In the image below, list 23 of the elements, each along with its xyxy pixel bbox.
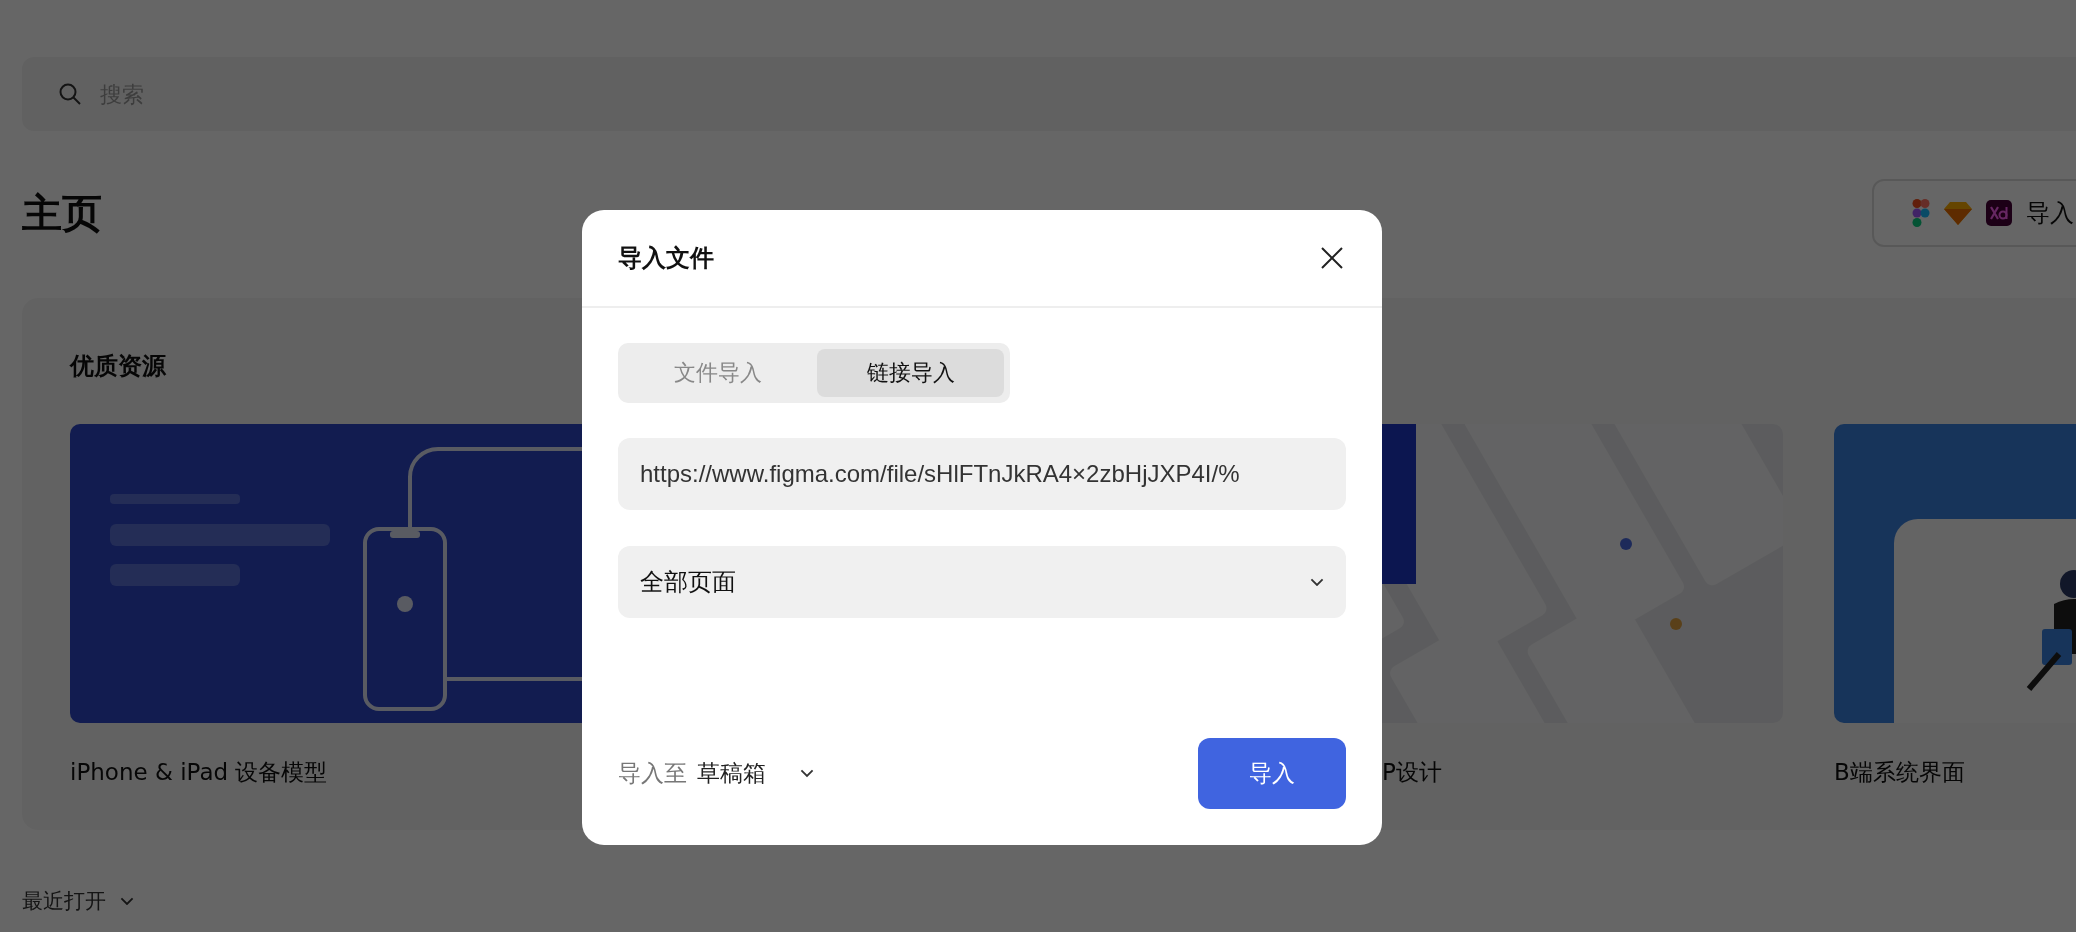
chevron-down-icon [800,769,814,778]
import-button[interactable]: 导入 [1198,738,1346,809]
destination-value: 草稿箱 [697,759,766,788]
card-title[interactable]: P设计 [1382,759,1442,785]
search-icon [58,82,82,106]
dialog-title: 导入文件 [618,243,714,274]
import-button[interactable]: 导入 [1872,179,2076,247]
destination-label: 导入至 [618,759,687,788]
chevron-down-icon [120,896,134,906]
url-field[interactable]: https://www.figma.com/file/sHlFTnJkRA4×2zbHjJXP4I/% [618,438,1346,510]
tab[interactable]: 文件导入 [624,349,811,397]
tab[interactable]: 链接导入 [817,349,1004,397]
recent-label[interactable]: 最近打开 [22,887,106,915]
section-title: 优质资源 [70,351,166,382]
card-title[interactable]: B端系统界面 [1834,759,1965,785]
card-title[interactable]: iPhone & iPad 设备模型 [70,759,328,785]
app-icon [1986,200,2012,226]
page-title: 主页 [22,188,102,238]
chevron-down-icon [1310,577,1324,587]
pages-dropdown[interactable]: 全部页面 [618,546,1346,618]
diamond-icon [1944,201,1972,225]
destination-dropdown[interactable]: 导入至 草稿箱 [618,758,814,789]
figma-icon [1912,199,1930,227]
